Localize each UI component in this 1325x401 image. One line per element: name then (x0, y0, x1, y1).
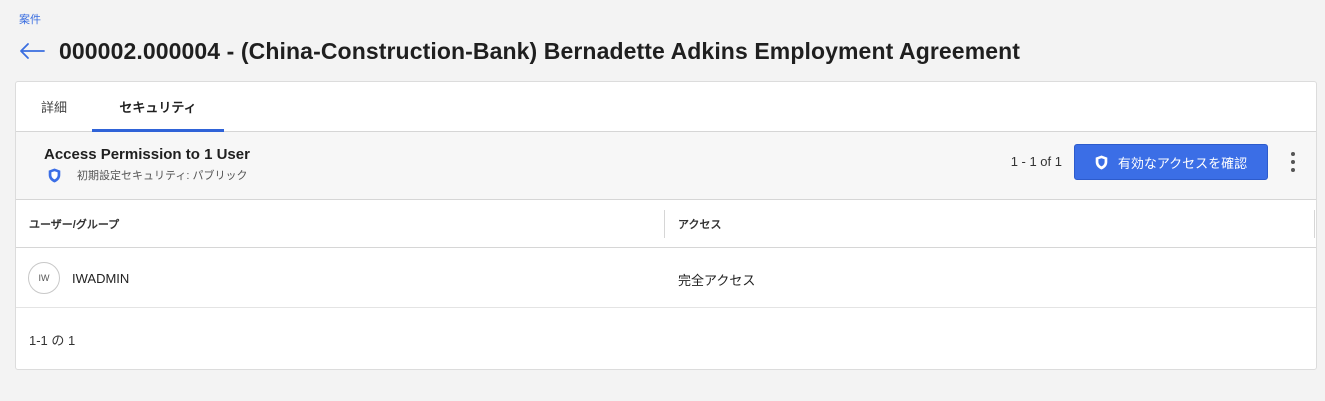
default-security: 初期設定セキュリティ: パブリック (48, 167, 247, 183)
shield-icon (48, 168, 61, 183)
more-options-button[interactable] (1282, 150, 1304, 174)
table-row[interactable]: IW IWADMIN 完全アクセス (16, 248, 1316, 308)
tab-security[interactable]: セキュリティ (92, 82, 224, 132)
column-header-user-group[interactable]: ユーザー/グループ (29, 200, 119, 248)
avatar: IW (28, 262, 60, 294)
column-header-access[interactable]: アクセス (678, 200, 721, 248)
table-header: ユーザー/グループ アクセス (16, 200, 1316, 248)
column-divider[interactable] (664, 210, 665, 238)
footer-count: 1-1 の 1 (29, 333, 76, 348)
user-name: IWADMIN (72, 271, 130, 286)
verify-effective-access-label: 有効なアクセスを確認 (1117, 155, 1248, 171)
verify-effective-access-button[interactable]: 有効なアクセスを確認 (1074, 144, 1268, 180)
tab-details[interactable]: 詳細 (16, 82, 92, 131)
pager-count: 1 - 1 of 1 (1010, 154, 1062, 169)
more-vertical-icon (1291, 152, 1295, 156)
access-summary-title: Access Permission to 1 User (44, 146, 250, 163)
access-summary: Access Permission to 1 User 初期設定セキュリティ: … (16, 132, 1316, 200)
arrow-left-icon (20, 43, 45, 59)
title-row: 000002.000004 - (China-Construction-Bank… (17, 34, 1020, 68)
tab-bar: 詳細 セキュリティ (16, 82, 1316, 132)
access-level: 完全アクセス (678, 273, 756, 288)
page-title: 000002.000004 - (China-Construction-Bank… (59, 37, 1021, 64)
column-divider[interactable] (1314, 210, 1315, 238)
back-button[interactable] (17, 36, 47, 66)
default-security-label: 初期設定セキュリティ: パブリック (77, 170, 248, 182)
shield-icon (1095, 155, 1108, 170)
security-card: 詳細 セキュリティ Access Permission to 1 User 初期… (15, 81, 1317, 370)
breadcrumb[interactable]: 案件 (19, 11, 41, 27)
